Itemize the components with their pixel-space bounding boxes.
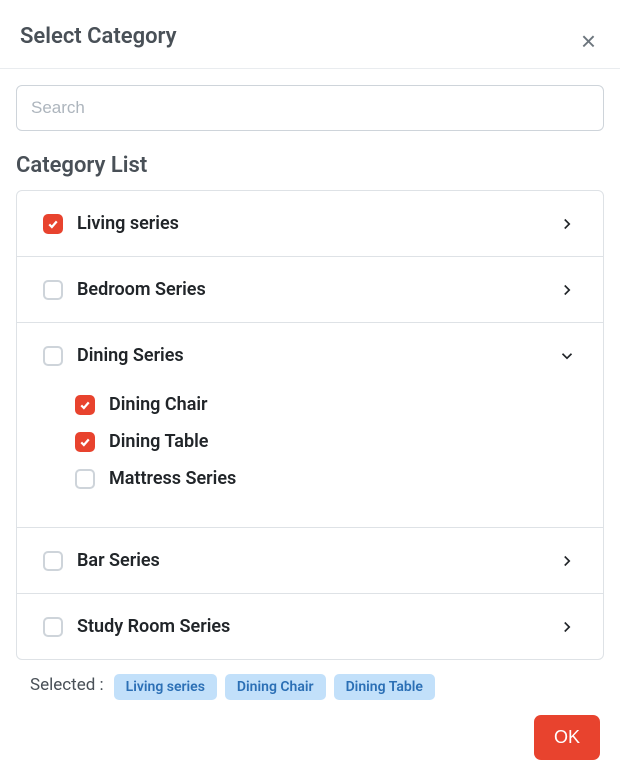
- category-row[interactable]: Study Room Series: [17, 594, 603, 659]
- subcategory-label: Dining Table: [109, 431, 577, 452]
- category-list: Living series Bedroom Series Dining Series…: [16, 190, 604, 660]
- subcategory-row[interactable]: Dining Chair: [17, 388, 603, 423]
- category-checkbox[interactable]: [43, 617, 63, 637]
- category-item: Bar Series: [17, 528, 603, 594]
- ok-button[interactable]: OK: [534, 715, 600, 760]
- select-category-modal: Select Category × Category List Living s…: [0, 0, 620, 778]
- category-item: Dining Series Dining Chair Dining Table Mat…: [17, 323, 603, 528]
- category-label: Dining Series: [77, 345, 543, 366]
- category-list-title: Category List: [16, 153, 604, 178]
- subcategory-list: Dining Chair Dining Table Mattress Series: [17, 388, 603, 527]
- subcategory-checkbox[interactable]: [75, 432, 95, 452]
- category-checkbox[interactable]: [43, 551, 63, 571]
- modal-body[interactable]: Category List Living series Bedroom Serie…: [0, 69, 620, 661]
- selected-tag[interactable]: Living series: [114, 674, 217, 700]
- category-row[interactable]: Dining Series: [17, 323, 603, 388]
- subcategory-label: Mattress Series: [109, 468, 577, 489]
- selected-row: Selected : Living seriesDining ChairDini…: [30, 675, 600, 695]
- category-label: Bar Series: [77, 550, 543, 571]
- category-row[interactable]: Bar Series: [17, 528, 603, 593]
- selected-label: Selected :: [30, 675, 104, 695]
- close-button[interactable]: ×: [577, 28, 600, 54]
- category-checkbox[interactable]: [43, 346, 63, 366]
- category-item: Living series: [17, 191, 603, 257]
- category-label: Bedroom Series: [77, 279, 543, 300]
- modal-footer: Selected : Living series Dining Chair Dini…: [0, 661, 620, 778]
- subcategory-row[interactable]: Dining Table: [17, 423, 603, 460]
- chevron-right-icon[interactable]: [557, 280, 577, 300]
- modal-header: Select Category ×: [0, 0, 620, 69]
- selected-tag[interactable]: Dining Table: [334, 674, 435, 700]
- category-row[interactable]: Bedroom Series: [17, 257, 603, 322]
- subcategory-row[interactable]: Mattress Series: [17, 460, 603, 497]
- chevron-right-icon[interactable]: [557, 617, 577, 637]
- category-item: Study Room Series: [17, 594, 603, 659]
- search-input[interactable]: [16, 85, 604, 131]
- chevron-down-icon[interactable]: [557, 346, 577, 366]
- modal-title: Select Category: [20, 24, 177, 49]
- category-label: Living series: [77, 213, 543, 234]
- subcategory-checkbox[interactable]: [75, 395, 95, 415]
- subcategory-checkbox[interactable]: [75, 469, 95, 489]
- category-item: Bedroom Series: [17, 257, 603, 323]
- subcategory-label: Dining Chair: [109, 394, 577, 415]
- chevron-right-icon[interactable]: [557, 214, 577, 234]
- category-row[interactable]: Living series: [17, 191, 603, 256]
- category-checkbox[interactable]: [43, 280, 63, 300]
- close-icon: ×: [581, 26, 596, 56]
- category-label: Study Room Series: [77, 616, 543, 637]
- chevron-right-icon[interactable]: [557, 551, 577, 571]
- selected-tag[interactable]: Dining Chair: [225, 674, 326, 700]
- category-checkbox[interactable]: [43, 214, 63, 234]
